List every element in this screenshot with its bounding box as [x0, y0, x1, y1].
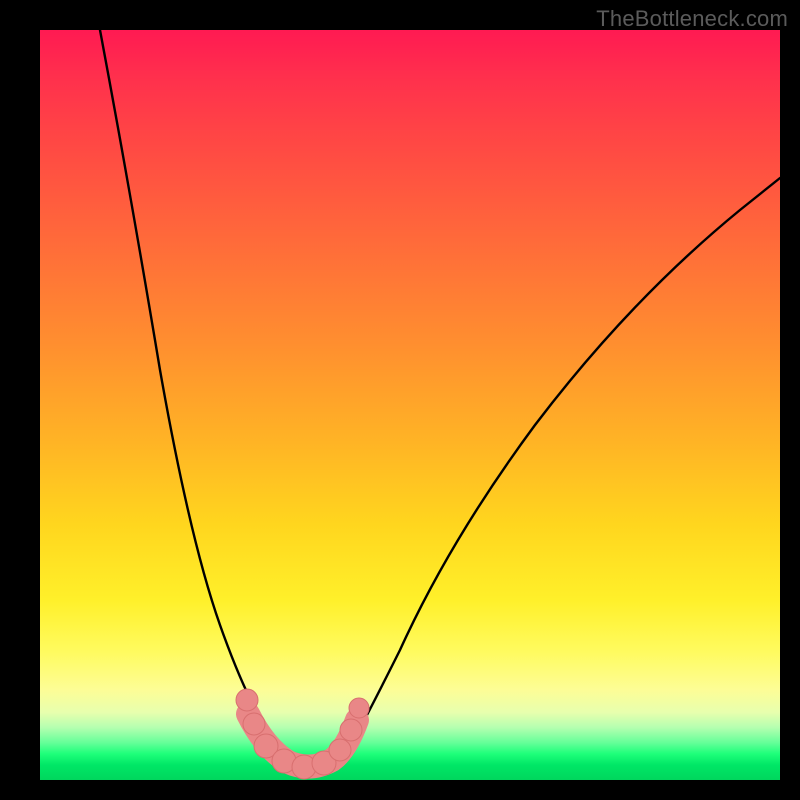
caterpillar-dot	[349, 698, 369, 718]
chart-frame: TheBottleneck.com	[0, 0, 800, 800]
caterpillar-dot	[340, 719, 362, 741]
left-bottleneck-curve	[100, 30, 295, 765]
plot-area	[40, 30, 780, 780]
curve-layer	[40, 30, 780, 780]
watermark-text: TheBottleneck.com	[596, 6, 788, 32]
right-bottleneck-curve	[340, 178, 780, 765]
caterpillar-dot	[243, 713, 265, 735]
caterpillar-dots	[236, 689, 369, 779]
caterpillar-dot	[236, 689, 258, 711]
caterpillar-dot	[329, 739, 351, 761]
